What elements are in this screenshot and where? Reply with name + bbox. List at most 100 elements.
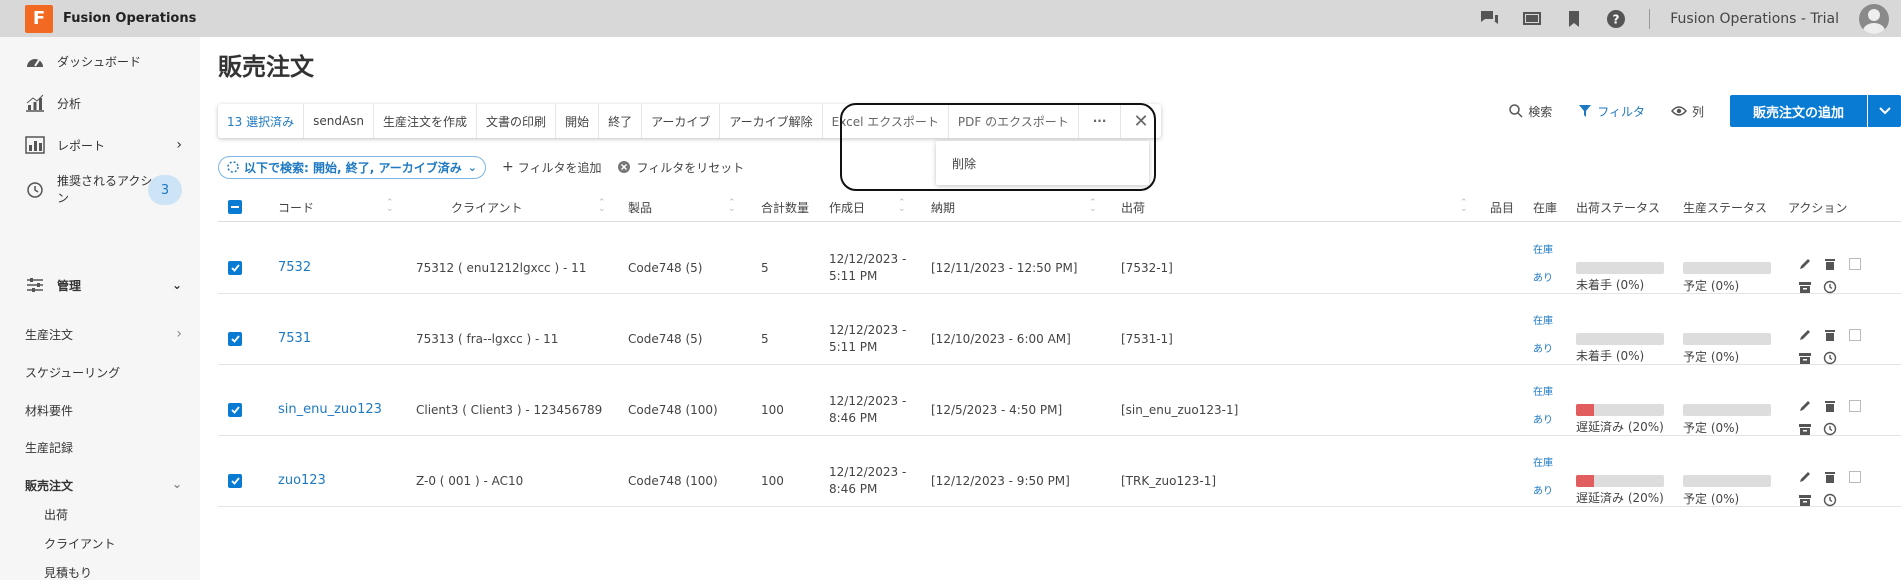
column-header-ship-status[interactable]: 出荷ステータス — [1576, 192, 1660, 222]
sort-icon[interactable]: ⌃ ⌄ — [898, 199, 906, 214]
ship-status-label: 遅延済み (20%) — [1576, 420, 1664, 434]
sidebar-item-dashboard[interactable]: ダッシュボード — [25, 51, 182, 71]
archive-button[interactable]: アーカイブ — [642, 104, 721, 138]
unarchive-button[interactable]: アーカイブ解除 — [720, 104, 823, 138]
stock-link[interactable]: 在庫 あり — [1533, 450, 1553, 506]
sidebar-item-material-requirements[interactable]: 材料要件 — [25, 402, 182, 419]
sidebar-item-admin[interactable]: 管理 ⌄ — [25, 275, 182, 295]
column-header-stock[interactable]: 在庫 — [1533, 192, 1557, 222]
chat-icon[interactable] — [1479, 8, 1501, 30]
row-select-checkbox-icon[interactable] — [1848, 257, 1862, 271]
column-header-item[interactable]: 品目 — [1490, 192, 1514, 222]
archive-icon[interactable] — [1798, 422, 1812, 436]
stock-link[interactable]: 在庫 あり — [1533, 379, 1553, 435]
column-header-total-qty[interactable]: 合計数量 — [761, 192, 809, 222]
select-all-checkbox[interactable] — [228, 192, 242, 222]
client-cell: Client3 ( Client3 ) - 123456789 — [416, 403, 603, 417]
sort-icon[interactable]: ⌃ ⌄ — [386, 199, 394, 214]
delete-icon[interactable] — [1823, 399, 1837, 413]
app-logo[interactable]: F — [25, 4, 53, 33]
plus-icon: + — [501, 159, 514, 175]
history-icon[interactable] — [1823, 493, 1837, 507]
sidebar-item-recommended[interactable]: 推奨されるアクショ ン 3 — [25, 171, 182, 209]
delete-icon[interactable] — [1823, 470, 1837, 484]
archive-icon[interactable] — [1798, 280, 1812, 294]
sidebar-item-sales-orders[interactable]: 販売注文 ⌄ — [25, 477, 182, 494]
row-checkbox[interactable] — [228, 403, 242, 417]
history-icon[interactable] — [1823, 422, 1837, 436]
help-icon[interactable]: ? — [1605, 8, 1627, 30]
delete-icon[interactable] — [1823, 257, 1837, 271]
selected-count[interactable]: 13 選択済み — [218, 104, 305, 138]
column-header-created[interactable]: 作成日 — [829, 192, 865, 222]
chevron-down-icon[interactable] — [1868, 95, 1901, 127]
column-header-client[interactable]: クライアント — [451, 192, 523, 222]
row-checkbox[interactable] — [228, 332, 242, 346]
sidebar-item-reports[interactable]: レポート › — [25, 135, 182, 155]
delete-icon[interactable] — [1823, 328, 1837, 342]
chevron-down-icon: ⌄ — [171, 477, 182, 491]
row-checkbox[interactable] — [228, 474, 242, 488]
start-button[interactable]: 開始 — [556, 104, 600, 138]
app-name[interactable]: Fusion Operations — [63, 11, 196, 26]
column-header-prod-status[interactable]: 生産ステータス — [1683, 192, 1767, 222]
monitor-icon[interactable] — [1521, 8, 1543, 30]
search-icon — [1509, 104, 1523, 118]
table-row[interactable]: zuo123 Z-0 ( 001 ) - AC10 Code748 (100) … — [218, 436, 1901, 507]
stock-link[interactable]: 在庫 あり — [1533, 308, 1553, 364]
history-icon[interactable] — [1823, 280, 1837, 294]
sort-icon[interactable]: ⌃ ⌄ — [1460, 199, 1468, 214]
reset-filter-button[interactable]: フィルタをリセット — [617, 159, 744, 176]
created-date: 12/12/2023 - — [829, 252, 907, 266]
order-code-link[interactable]: 7532 — [278, 260, 311, 275]
avatar[interactable] — [1859, 3, 1889, 34]
add-sales-order-button[interactable]: 販売注文の追加 — [1729, 95, 1867, 127]
edit-icon[interactable] — [1798, 399, 1812, 413]
edit-icon[interactable] — [1798, 257, 1812, 271]
table-row[interactable]: sin_enu_zuo123 Client3 ( Client3 ) - 123… — [218, 365, 1901, 436]
column-header-code[interactable]: コード — [278, 192, 314, 222]
filter-button[interactable]: フィルタ — [1578, 103, 1645, 120]
table-row[interactable]: 7532 75312 ( enu1212lgxcc ) - 11 Code748… — [218, 223, 1901, 294]
table-header: コード ⌃ ⌄ クライアント ⌃ ⌄ 製品 ⌃ ⌄ 合計数量 作成日 ⌃ ⌄ 納期 ⌃ ⌄… — [218, 192, 1901, 222]
sort-icon[interactable]: ⌃ ⌄ — [1089, 199, 1097, 214]
sidebar-item-production-records[interactable]: 生産記録 — [25, 439, 182, 456]
send-asn-button[interactable]: sendAsn — [304, 104, 375, 138]
columns-button[interactable]: 列 — [1670, 103, 1704, 120]
order-code-link[interactable]: 7531 — [278, 331, 311, 346]
active-filter-chip[interactable]: 以下で検索: 開始, 終了, アーカイブ済み ⌄ — [218, 155, 486, 179]
column-header-shipment[interactable]: 出荷 — [1121, 192, 1145, 222]
row-select-checkbox-icon[interactable] — [1848, 470, 1862, 484]
ship-progress-bar — [1576, 333, 1664, 345]
sidebar-item-clients[interactable]: クライアント — [44, 535, 116, 552]
table-row[interactable]: 7531 75313 ( fra--lgxcc ) - 11 Code748 (… — [218, 294, 1901, 365]
bookmark-icon[interactable] — [1563, 8, 1585, 30]
finish-button[interactable]: 終了 — [599, 104, 643, 138]
sidebar-item-quotes[interactable]: 見積もり — [44, 564, 92, 581]
svg-text:?: ? — [1613, 12, 1620, 26]
edit-icon[interactable] — [1798, 328, 1812, 342]
archive-icon[interactable] — [1798, 351, 1812, 365]
sort-icon[interactable]: ⌃ ⌄ — [598, 199, 606, 214]
row-select-checkbox-icon[interactable] — [1848, 399, 1862, 413]
sidebar-item-scheduling[interactable]: スケジューリング — [25, 364, 182, 381]
order-code-link[interactable]: zuo123 — [278, 473, 326, 488]
edit-icon[interactable] — [1798, 470, 1812, 484]
search-button[interactable]: 検索 — [1509, 103, 1552, 120]
sidebar-item-production-orders[interactable]: 生産注文 › — [25, 326, 182, 343]
sort-icon[interactable]: ⌃ ⌄ — [728, 199, 736, 214]
row-checkbox[interactable] — [228, 261, 242, 275]
column-header-product[interactable]: 製品 — [628, 192, 652, 222]
archive-icon[interactable] — [1798, 493, 1812, 507]
create-production-order-button[interactable]: 生産注文を作成 — [374, 104, 478, 138]
history-icon[interactable] — [1823, 351, 1837, 365]
row-select-checkbox-icon[interactable] — [1848, 328, 1862, 342]
add-filter-button[interactable]: + フィルタを追加 — [502, 159, 602, 176]
sidebar-item-shipments[interactable]: 出荷 — [44, 506, 68, 523]
order-code-link[interactable]: sin_enu_zuo123 — [278, 402, 382, 417]
column-header-due[interactable]: 納期 — [931, 192, 955, 222]
sidebar-item-analytics[interactable]: 分析 — [25, 93, 182, 113]
stock-link[interactable]: 在庫 あり — [1533, 237, 1553, 293]
account-name[interactable]: Fusion Operations - Trial — [1670, 11, 1839, 27]
print-documents-button[interactable]: 文書の印刷 — [477, 104, 557, 138]
